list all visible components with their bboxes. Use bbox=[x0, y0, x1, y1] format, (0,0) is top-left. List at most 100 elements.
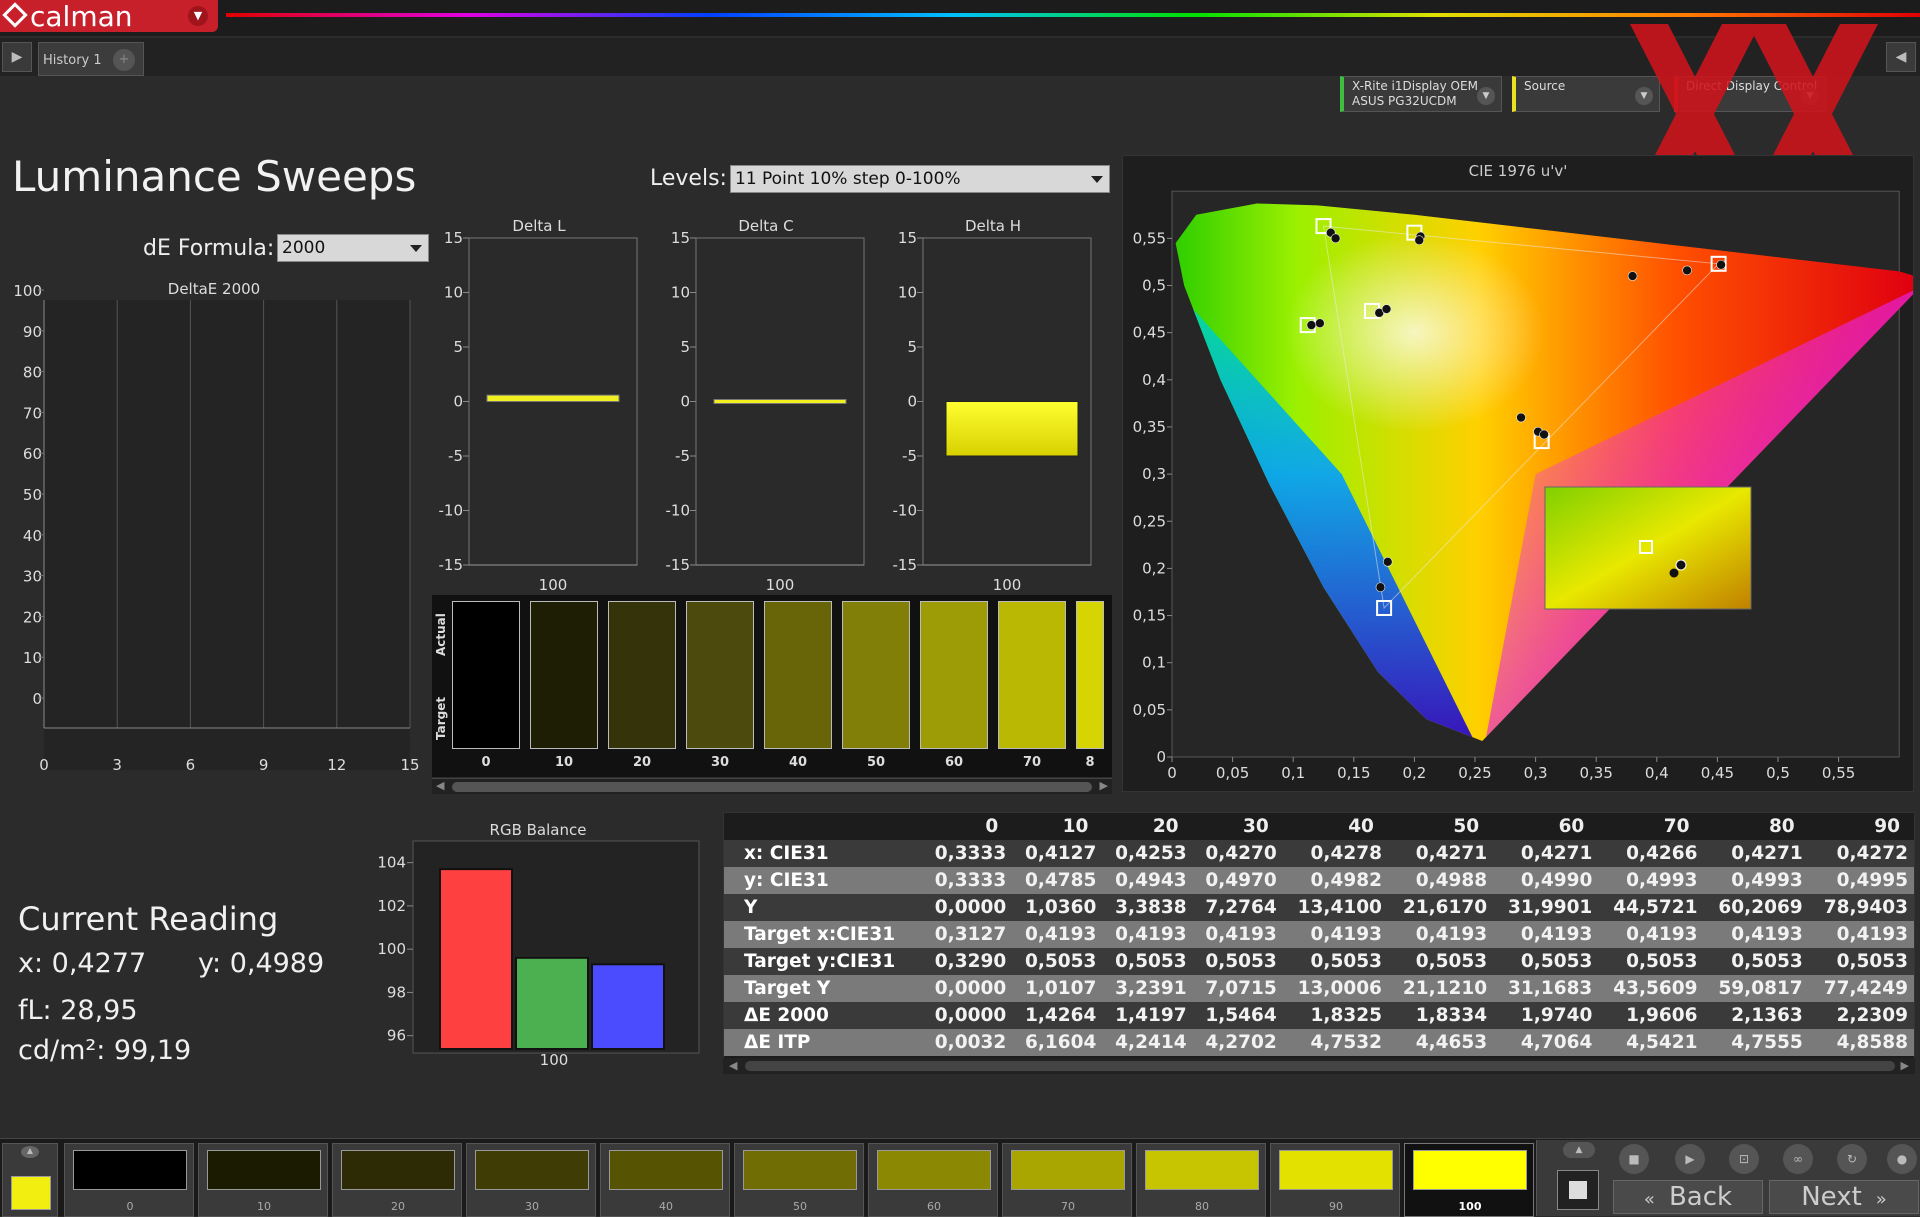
table-row: x: CIE31 0,3333 0,4127 0,4253 0,4270 0,4278 0,… bbox=[724, 840, 1914, 867]
measurement-table: 0 10 20 30 40 50 60 70 80 90 x: CIE31 0,3333 0,4127… bbox=[723, 812, 1915, 1074]
play-icon[interactable]: ▶ bbox=[2, 42, 32, 72]
table-cell: 0,4193 bbox=[1493, 921, 1599, 948]
patch-label: 90 bbox=[1329, 1200, 1343, 1213]
x-tick-label: 0,35 bbox=[1579, 764, 1612, 782]
swatch-scrollbar[interactable]: ◀ ▶ bbox=[432, 778, 1112, 794]
y-tick-label: 98 bbox=[387, 983, 406, 1001]
table-cell: 13,0006 bbox=[1282, 975, 1388, 1002]
y-tick-label: 70 bbox=[23, 404, 42, 422]
x-tick-label: 0 bbox=[39, 756, 49, 774]
patch-70[interactable]: 70 bbox=[1002, 1143, 1132, 1217]
table-cell: 3,2391 bbox=[1102, 975, 1193, 1002]
delta-chart-title: Delta L bbox=[512, 217, 566, 235]
rgb-balance-title: RGB Balance bbox=[490, 821, 587, 839]
loop-icon[interactable]: ∞ bbox=[1783, 1144, 1813, 1174]
table-cell: 0,4271 bbox=[1493, 840, 1599, 867]
y-tick-label: -10 bbox=[666, 502, 691, 520]
levels-select[interactable]: 11 Point 10% step 0-100% bbox=[730, 165, 1110, 193]
table-cell: 0,3127 bbox=[922, 921, 1013, 948]
chevron-up-icon[interactable]: ▲ bbox=[21, 1146, 39, 1158]
step-icon[interactable]: ⊡ bbox=[1729, 1144, 1759, 1174]
row-label: ΔE 2000 bbox=[724, 1002, 922, 1029]
y-tick-label: -5 bbox=[902, 447, 917, 465]
table-scrollbar[interactable]: ◀ ▶ bbox=[723, 1058, 1915, 1074]
y-tick-label: 100 bbox=[13, 282, 42, 300]
deltae-chart-title: DeltaE 2000 bbox=[168, 280, 260, 298]
delta-bar bbox=[486, 394, 620, 402]
table-cell: 6,1604 bbox=[1012, 1029, 1103, 1056]
x-tick-label: 0,2 bbox=[1402, 764, 1426, 782]
table-cell: 0,4193 bbox=[1012, 921, 1103, 948]
table-cell: 4,7555 bbox=[1703, 1029, 1809, 1056]
patch-20[interactable]: 20 bbox=[332, 1143, 462, 1217]
double-chevron-right-icon: » bbox=[1875, 1189, 1887, 1210]
scroll-thumb[interactable] bbox=[745, 1061, 1895, 1071]
options-icon[interactable]: ● bbox=[1887, 1144, 1917, 1174]
patch-100[interactable]: 100 bbox=[1404, 1143, 1534, 1217]
de-formula-select[interactable]: 2000 bbox=[277, 234, 429, 262]
chevron-up-icon[interactable]: ▲ bbox=[1563, 1142, 1595, 1158]
delta-chart-0: Delta L 15 10 5 0 -5 -10 -15 100 bbox=[439, 217, 638, 590]
table-cell: 0,0000 bbox=[922, 975, 1013, 1002]
patch-90[interactable]: 90 bbox=[1270, 1143, 1400, 1217]
scroll-thumb[interactable] bbox=[452, 782, 1092, 792]
back-label: Back bbox=[1668, 1182, 1733, 1212]
cie-zoom-inset bbox=[1544, 486, 1752, 610]
x-tick-label: 12 bbox=[327, 756, 346, 774]
calman-menu-button[interactable]: calman ▼ bbox=[0, 0, 218, 33]
patch-0[interactable]: 0 bbox=[64, 1143, 194, 1217]
patch-color bbox=[475, 1150, 589, 1190]
table-cell: 60,2069 bbox=[1703, 894, 1809, 921]
swatch bbox=[764, 601, 832, 749]
swatch-label: 60 bbox=[944, 755, 964, 770]
next-button[interactable]: Next » bbox=[1769, 1180, 1919, 1214]
tab-history-1[interactable]: History 1 + bbox=[38, 42, 144, 76]
reading-cdm2: cd/m²: 99,19 bbox=[18, 1035, 192, 1066]
table-cell: 0,4988 bbox=[1387, 867, 1494, 894]
swatch bbox=[998, 601, 1066, 749]
rgb-balance-chart: RGB Balance 104 102 100 98 96 100 bbox=[377, 821, 700, 1069]
patch-color bbox=[1413, 1150, 1527, 1190]
patch-60[interactable]: 60 bbox=[868, 1143, 998, 1217]
deltae-chart: DeltaE 2000 0 10 20 30 40 50 60 70 80 90 100 0 3 6 9 1… bbox=[13, 280, 419, 774]
patch-50[interactable]: 50 bbox=[734, 1143, 864, 1217]
stop-icon[interactable]: ■ bbox=[1619, 1144, 1649, 1174]
swatch-label: 8 bbox=[1085, 755, 1095, 770]
swatch bbox=[530, 601, 598, 749]
x-tick-label: 0,3 bbox=[1524, 764, 1548, 782]
current-reading-title: Current Reading bbox=[18, 900, 279, 938]
patch-label: 80 bbox=[1195, 1200, 1209, 1213]
column-header: 40 bbox=[1348, 816, 1374, 837]
patch-40[interactable]: 40 bbox=[600, 1143, 730, 1217]
y-tick-label: -15 bbox=[666, 556, 691, 574]
y-tick-label: 30 bbox=[23, 568, 42, 586]
blue-bar bbox=[591, 963, 665, 1050]
patch-10[interactable]: 10 bbox=[198, 1143, 328, 1217]
meter-selector[interactable]: X-Rite i1Display OEM ASUS PG32UCDM ▼ bbox=[1340, 76, 1502, 112]
patch-30[interactable]: 30 bbox=[466, 1143, 596, 1217]
table-cell: 1,8325 bbox=[1282, 1002, 1388, 1029]
row-label: Target x:CIE31 bbox=[724, 921, 922, 948]
back-button[interactable]: « Back bbox=[1613, 1180, 1763, 1214]
add-tab-button[interactable]: + bbox=[113, 49, 135, 71]
y-tick-label: 100 bbox=[377, 940, 406, 958]
y-tick-label: 50 bbox=[23, 486, 42, 504]
x-tick-label: 0,1 bbox=[1281, 764, 1305, 782]
cie-title: CIE 1976 u'v' bbox=[1469, 162, 1568, 180]
table-cell: 1,4197 bbox=[1102, 1002, 1193, 1029]
swatch-label: 20 bbox=[632, 755, 652, 770]
column-header: 50 bbox=[1453, 816, 1480, 837]
current-patch-preview: ▲ bbox=[2, 1143, 58, 1217]
play-icon[interactable]: ▶ bbox=[1675, 1144, 1705, 1174]
y-tick-label: 20 bbox=[23, 608, 42, 626]
y-tick-label: 0,5 bbox=[1142, 277, 1166, 295]
refresh-icon[interactable]: ↻ bbox=[1837, 1144, 1867, 1174]
category-label: 100 bbox=[766, 576, 795, 590]
table-cell: 21,1210 bbox=[1387, 975, 1494, 1002]
table-cell: 0,4271 bbox=[1387, 840, 1494, 867]
y-tick-label: 40 bbox=[23, 527, 42, 545]
patch-80[interactable]: 80 bbox=[1136, 1143, 1266, 1217]
table-row: Target y:CIE31 0,3290 0,5053 0,5053 0,5053 0,… bbox=[724, 948, 1914, 975]
patch-color bbox=[1145, 1150, 1259, 1190]
stop-button[interactable] bbox=[1557, 1170, 1599, 1210]
